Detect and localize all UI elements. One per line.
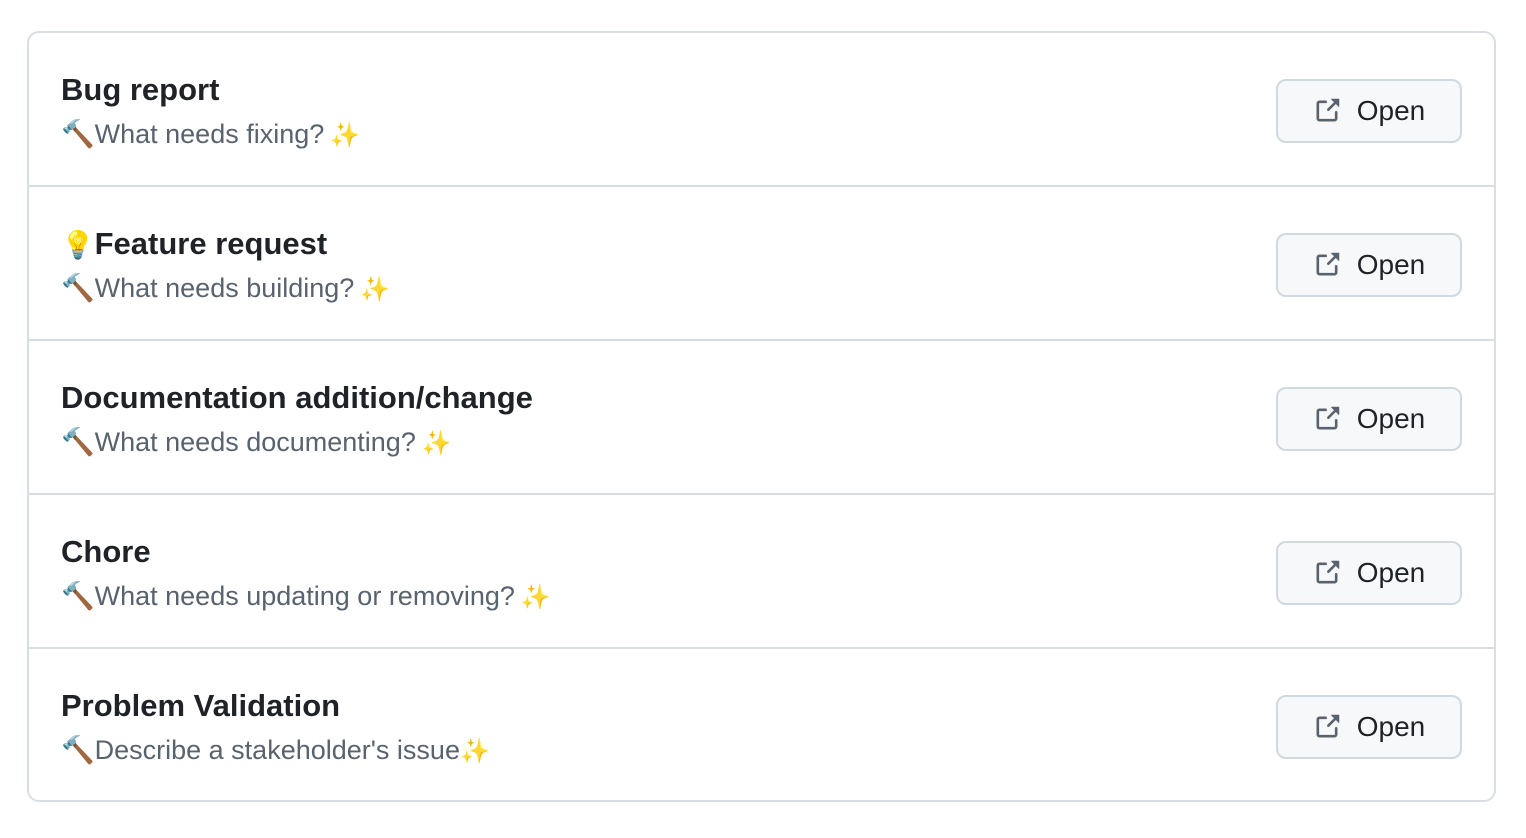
hammer-icon: 🔨: [61, 119, 95, 150]
sparkles-icon: ✨: [459, 737, 490, 765]
template-text: 💡Feature request 🔨What needs building? ✨: [61, 225, 390, 306]
open-button-label: Open: [1356, 249, 1426, 280]
sparkles-icon: ✨: [330, 121, 361, 149]
open-button[interactable]: Open: [1276, 541, 1462, 605]
template-text: Chore 🔨What needs updating or removing? ✨: [61, 533, 551, 614]
external-link-icon: [1313, 405, 1341, 433]
hammer-icon: 🔨: [61, 273, 95, 304]
open-button-label: Open: [1356, 95, 1426, 126]
template-row-feature-request: 💡Feature request 🔨What needs building? ✨ …: [29, 187, 1494, 341]
template-text: Problem Validation 🔨Describe a stakehold…: [61, 687, 490, 768]
template-row-chore: Chore 🔨What needs updating or removing? ✨…: [29, 495, 1494, 649]
template-title: Bug report: [61, 72, 220, 107]
template-title: Documentation addition/change: [61, 380, 533, 415]
open-button-label: Open: [1356, 403, 1426, 434]
sparkles-icon: ✨: [421, 429, 452, 457]
open-button[interactable]: Open: [1276, 233, 1462, 297]
hammer-icon: 🔨: [61, 735, 95, 766]
template-title: 💡Feature request: [61, 226, 328, 261]
open-button-label: Open: [1356, 711, 1426, 742]
open-button[interactable]: Open: [1276, 79, 1462, 143]
open-button[interactable]: Open: [1276, 695, 1462, 759]
template-title: Problem Validation: [61, 688, 341, 723]
template-description: 🔨What needs building? ✨: [61, 273, 391, 304]
hammer-icon: 🔨: [61, 581, 95, 612]
template-description: 🔨Describe a stakeholder's issue✨: [61, 735, 490, 766]
open-button-label: Open: [1356, 557, 1426, 588]
template-row-problem-validation: Problem Validation 🔨Describe a stakehold…: [29, 649, 1494, 800]
external-link-icon: [1313, 559, 1341, 587]
template-row-bug-report: Bug report 🔨What needs fixing? ✨ Open: [29, 33, 1494, 187]
template-description: 🔨What needs updating or removing? ✨: [61, 581, 551, 612]
sparkles-icon: ✨: [520, 583, 551, 611]
hammer-icon: 🔨: [61, 427, 95, 458]
sparkles-icon: ✨: [360, 275, 391, 303]
template-description: 🔨What needs documenting? ✨: [61, 427, 452, 458]
lightbulb-icon: 💡: [61, 230, 95, 261]
issue-template-list: Bug report 🔨What needs fixing? ✨ Open 💡Fe…: [27, 31, 1496, 802]
template-row-documentation: Documentation addition/change 🔨What need…: [29, 341, 1494, 495]
template-title: Chore: [61, 534, 151, 569]
template-text: Bug report 🔨What needs fixing? ✨: [61, 71, 360, 152]
external-link-icon: [1313, 251, 1341, 279]
template-description: 🔨What needs fixing? ✨: [61, 119, 361, 150]
external-link-icon: [1313, 97, 1341, 125]
external-link-icon: [1313, 713, 1341, 741]
template-text: Documentation addition/change 🔨What need…: [61, 379, 533, 460]
open-button[interactable]: Open: [1276, 387, 1462, 451]
